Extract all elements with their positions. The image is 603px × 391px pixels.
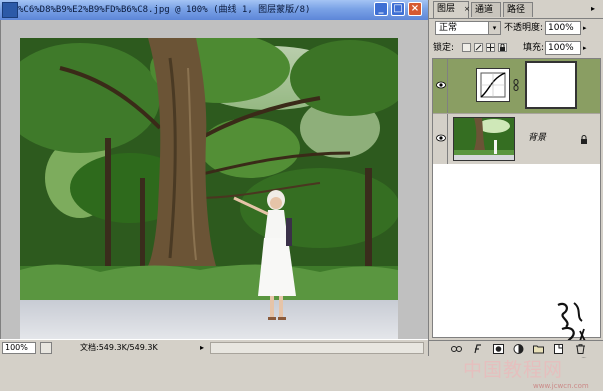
new-layer-icon[interactable]: [553, 344, 564, 354]
layer-row-curves[interactable]: [433, 59, 600, 113]
panel-menu-button[interactable]: ▸: [587, 4, 599, 14]
photo-canvas[interactable]: [20, 38, 398, 342]
tab-paths[interactable]: 路径: [503, 2, 533, 17]
fill-field[interactable]: 100%: [545, 41, 581, 55]
folder-icon[interactable]: [533, 344, 544, 354]
close-button[interactable]: ×: [408, 2, 422, 16]
chain-link-icon[interactable]: [513, 79, 519, 91]
status-menu-arrow[interactable]: ▸: [196, 342, 208, 354]
adjustment-icon[interactable]: [513, 344, 524, 354]
status-options-button[interactable]: [40, 342, 52, 354]
fx-icon[interactable]: [473, 344, 484, 354]
eye-icon: [436, 81, 446, 89]
horizontal-scrollbar[interactable]: [210, 342, 424, 354]
tab-channels[interactable]: 通道: [471, 2, 501, 17]
watermark-text: 中国教程网: [463, 359, 564, 381]
layers-panel: 图层 × 通道 路径 ▸ 正常 ▾ 不透明度: 100% ▸ 锁定: 填充: 1…: [428, 0, 603, 390]
eye-icon: [436, 134, 446, 142]
layer-mask-thumbnail[interactable]: [525, 61, 577, 109]
background-layer-name[interactable]: 背景: [528, 132, 546, 144]
layers-panel-toolbar: [429, 340, 603, 357]
curves-adjustment-icon[interactable]: [476, 68, 510, 102]
fill-slider-arrow[interactable]: ▸: [583, 42, 587, 54]
visibility-toggle[interactable]: [434, 59, 448, 113]
mask-icon[interactable]: [493, 344, 504, 354]
visibility-toggle[interactable]: [434, 114, 448, 164]
tab-close-icon[interactable]: ×: [464, 6, 471, 13]
tab-layers-label: 图层: [437, 4, 456, 14]
zoom-field[interactable]: 100%: [2, 342, 36, 354]
lock-transparency-icon[interactable]: [462, 43, 471, 52]
lock-position-icon[interactable]: [486, 43, 495, 52]
chevron-down-icon: ▾: [488, 22, 500, 34]
document-titlebar[interactable]: %C6%D8%B9%E2%B9%FD%B6%C8.jpg @ 100% (曲线 …: [0, 0, 428, 21]
document-size-label: 文档:549.3K/549.3K: [80, 343, 158, 352]
opacity-label: 不透明度:: [504, 23, 544, 33]
layer-row-background[interactable]: 背景: [433, 113, 600, 164]
blend-mode-select[interactable]: 正常 ▾: [435, 21, 501, 35]
opacity-slider-arrow[interactable]: ▸: [583, 22, 587, 34]
photoshop-app-icon: [2, 2, 18, 18]
fill-label: 填充:: [523, 43, 545, 53]
blend-mode-value: 正常: [439, 23, 458, 33]
document-title: %C6%D8%B9%E2%B9%FD%B6%C8.jpg @ 100% (曲线 …: [18, 5, 311, 15]
maximize-button[interactable]: □: [391, 2, 405, 16]
document-statusbar: 100% 文档:549.3K/549.3K ▸: [0, 339, 428, 357]
lock-label: 锁定:: [433, 43, 455, 53]
trash-icon[interactable]: [575, 344, 586, 354]
document-window: %C6%D8%B9%E2%B9%FD%B6%C8.jpg @ 100% (曲线 …: [0, 0, 428, 357]
link-icon[interactable]: [451, 344, 462, 354]
canvas-area[interactable]: [0, 20, 428, 342]
watermark-url: www.jcwcn.com: [533, 382, 589, 390]
opacity-field[interactable]: 100%: [545, 21, 581, 35]
lock-all-icon[interactable]: [498, 43, 507, 52]
tab-layers[interactable]: 图层 ×: [433, 1, 471, 18]
lock-image-icon[interactable]: [474, 43, 483, 52]
panel-tabs: 图层 × 通道 路径 ▸: [429, 0, 603, 19]
minimize-button[interactable]: _: [374, 2, 388, 16]
background-layer-thumbnail[interactable]: [453, 117, 515, 161]
lock-icon: [581, 135, 587, 144]
layer-list: 背景 中国教程网 www.jcwcn.com: [432, 58, 601, 390]
